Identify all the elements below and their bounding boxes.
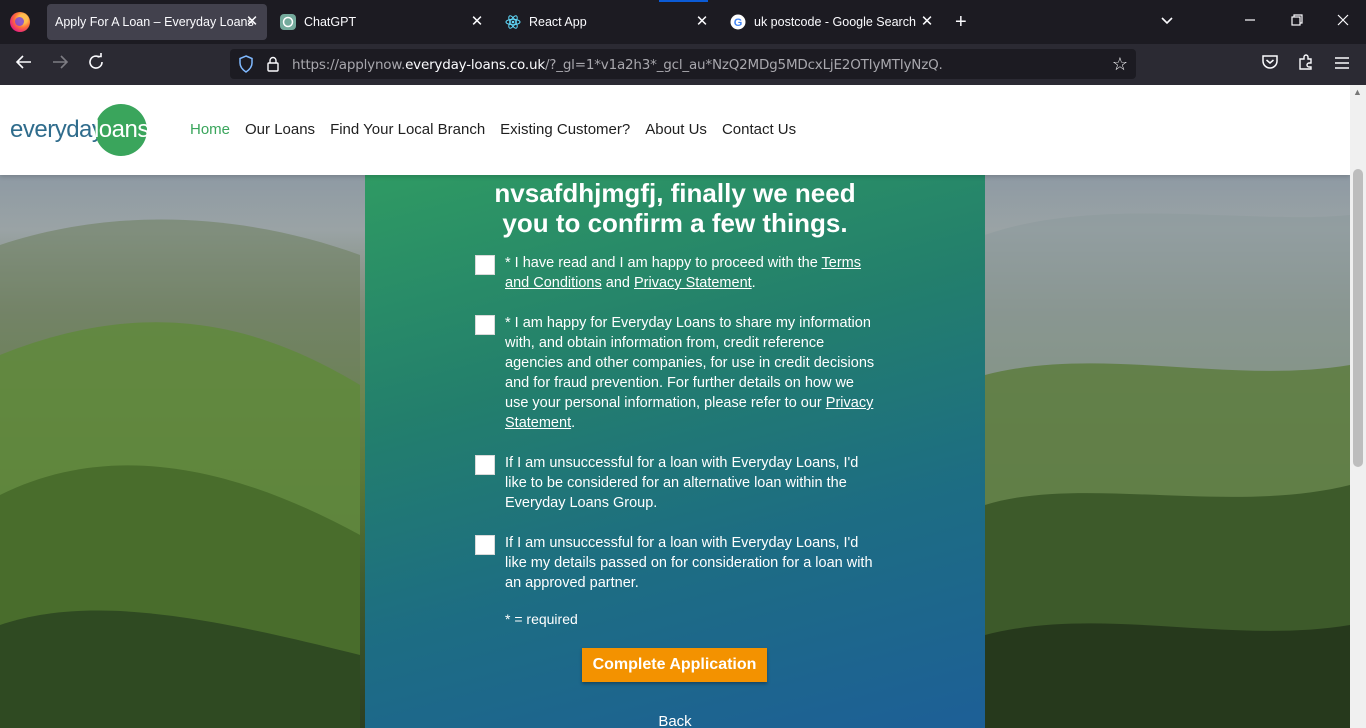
- google-icon: G: [730, 14, 746, 30]
- alternative-loan-consent-label: If I am unsuccessful for a loan with Eve…: [505, 455, 859, 511]
- pocket-icon[interactable]: [1257, 52, 1283, 78]
- tab-chatgpt[interactable]: ChatGPT ✕: [272, 4, 492, 40]
- close-window-icon[interactable]: [1331, 10, 1355, 34]
- data-sharing-consent-period: .: [571, 415, 576, 431]
- nav-home[interactable]: Home: [190, 121, 230, 138]
- data-sharing-consent-label: * I am happy for Everyday Loans to share…: [505, 313, 875, 433]
- data-sharing-consent-checkbox[interactable]: [475, 315, 495, 335]
- close-tab-icon[interactable]: ✕: [468, 13, 486, 31]
- new-tab-button[interactable]: +: [955, 11, 967, 33]
- menu-hamburger-icon[interactable]: [1329, 52, 1355, 78]
- nav-existing-customer[interactable]: Existing Customer?: [500, 121, 630, 138]
- terms-consent-period: .: [751, 275, 756, 291]
- firefox-logo-icon[interactable]: [10, 12, 30, 32]
- logo-text-everyday: everyday: [10, 116, 104, 143]
- browser-tab-bar: Apply For A Loan – Everyday Loans ✕ Chat…: [0, 0, 1366, 44]
- tab-title: ChatGPT: [304, 15, 357, 29]
- terms-consent-label: * I have read and I am happy to proceed …: [505, 253, 875, 293]
- partner-consent-checkbox[interactable]: [475, 535, 495, 555]
- tab-react-app[interactable]: React App ✕: [497, 4, 717, 40]
- main-nav: Home Our Loans Find Your Local Branch Ex…: [190, 121, 811, 138]
- terms-consent-row: * I have read and I am happy to proceed …: [475, 253, 875, 293]
- url-bar[interactable]: https://applynow.everyday-loans.co.uk/?_…: [230, 49, 1136, 79]
- tab-apply-for-a-loan[interactable]: Apply For A Loan – Everyday Loans ✕: [47, 4, 267, 40]
- data-sharing-consent-text: * I am happy for Everyday Loans to share…: [505, 315, 875, 411]
- close-tab-icon[interactable]: ✕: [693, 13, 711, 31]
- tab-title: uk postcode - Google Search: [754, 15, 916, 29]
- url-prefix: https://applynow.: [292, 57, 406, 73]
- chatgpt-icon: [280, 14, 296, 30]
- page-viewport: everyday loans Home Our Loans Find Your …: [0, 85, 1366, 728]
- svg-text:G: G: [734, 17, 743, 29]
- everyday-loans-logo[interactable]: everyday loans: [10, 104, 149, 156]
- tracking-protection-shield-icon[interactable]: [238, 55, 254, 78]
- url-text[interactable]: https://applynow.everyday-loans.co.uk/?_…: [292, 57, 943, 73]
- required-note: * = required: [505, 611, 578, 627]
- lock-icon[interactable]: [266, 55, 280, 78]
- close-tab-icon[interactable]: ✕: [243, 13, 261, 31]
- tab-title: React App: [529, 15, 587, 29]
- logo-circle-loans: loans: [94, 104, 149, 156]
- reload-icon[interactable]: [83, 52, 109, 78]
- scroll-up-arrow-icon[interactable]: ▲: [1353, 87, 1362, 97]
- extensions-icon[interactable]: [1293, 52, 1319, 78]
- minimize-window-icon[interactable]: [1238, 10, 1262, 34]
- list-all-tabs-icon[interactable]: [1160, 14, 1174, 33]
- alternative-loan-consent-row: If I am unsuccessful for a loan with Eve…: [475, 453, 875, 513]
- nav-our-loans[interactable]: Our Loans: [245, 121, 315, 138]
- site-header: everyday loans Home Our Loans Find Your …: [0, 85, 1350, 175]
- back-arrow-icon[interactable]: [11, 52, 37, 78]
- form-heading-line1: nvsafdhjmgfj, finally we need: [494, 178, 856, 208]
- nav-contact-us[interactable]: Contact Us: [722, 121, 796, 138]
- form-heading-line2: you to confirm a few things.: [502, 208, 848, 238]
- terms-consent-and: and: [601, 275, 634, 291]
- page-scrollbar[interactable]: ▲: [1350, 85, 1366, 728]
- alternative-loan-consent-checkbox[interactable]: [475, 455, 495, 475]
- url-path: /?_gl=1*v1a2h3*_gcl_au*NzQ2MDg5MDcxLjE2O…: [544, 57, 943, 73]
- react-icon: [505, 14, 521, 30]
- nav-find-your-local-branch[interactable]: Find Your Local Branch: [330, 121, 485, 138]
- partner-consent-row: If I am unsuccessful for a loan with Eve…: [475, 533, 875, 593]
- terms-consent-text: * I have read and I am happy to proceed …: [505, 255, 822, 271]
- tab-google-search[interactable]: G uk postcode - Google Search ✕: [722, 4, 942, 40]
- back-link[interactable]: Back: [365, 713, 985, 728]
- privacy-statement-link[interactable]: Privacy Statement: [634, 275, 752, 291]
- restore-window-icon[interactable]: [1285, 10, 1309, 34]
- confirmation-form-panel: nvsafdhjmgfj, finally we need you to con…: [365, 175, 985, 728]
- forward-arrow-icon[interactable]: [47, 52, 73, 78]
- data-sharing-consent-row: * I am happy for Everyday Loans to share…: [475, 313, 875, 433]
- form-heading: nvsafdhjmgfj, finally we need you to con…: [365, 178, 985, 238]
- close-tab-icon[interactable]: ✕: [918, 13, 936, 31]
- bookmark-star-icon[interactable]: ☆: [1112, 54, 1128, 75]
- nav-about-us[interactable]: About Us: [645, 121, 707, 138]
- tab-title: Apply For A Loan – Everyday Loans: [55, 15, 254, 29]
- complete-application-button[interactable]: Complete Application: [582, 648, 767, 682]
- url-domain: everyday-loans.co.uk: [405, 57, 545, 73]
- scrollbar-thumb[interactable]: [1353, 169, 1363, 467]
- terms-consent-checkbox[interactable]: [475, 255, 495, 275]
- partner-consent-label: If I am unsuccessful for a loan with Eve…: [505, 535, 873, 591]
- tab-loading-indicator: [659, 0, 708, 2]
